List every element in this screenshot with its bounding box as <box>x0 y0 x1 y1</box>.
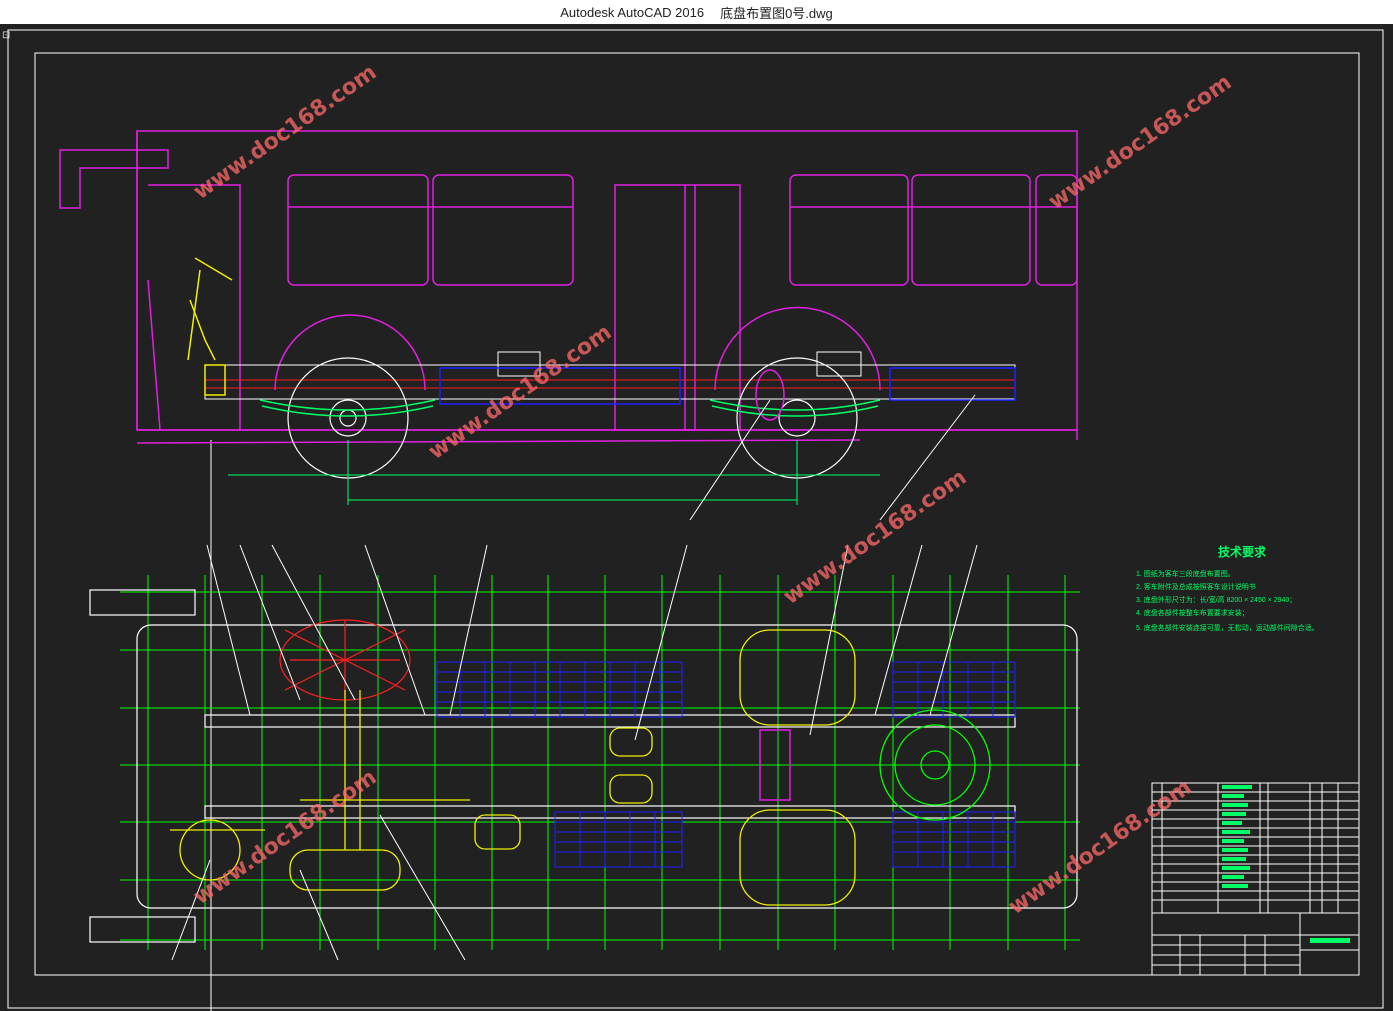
chassis-frame-side <box>204 351 1016 400</box>
air-tanks-plan <box>300 690 653 850</box>
watermark-1: www.doc168.com <box>189 60 381 205</box>
tech-line-3: 3. 底盘外形尺寸为：长/宽/高 8200 × 2450 × 2940； <box>1136 595 1296 604</box>
app-title: Autodesk AutoCAD 2016 <box>560 4 705 20</box>
plan-leader-lines <box>171 544 978 961</box>
watermark-2: www.doc168.com <box>1044 70 1236 215</box>
watermark-6: www.doc168.com <box>1004 775 1196 920</box>
tech-requirements-title: 技术要求 <box>1218 544 1267 559</box>
plan-outline <box>89 589 1078 943</box>
watermark-5: www.doc168.com <box>189 765 381 910</box>
tech-line-2: 2. 客车附件及总成按照客车设计说明书 <box>1136 582 1256 591</box>
file-title: 底盘布置图0号.dwg <box>720 5 833 21</box>
steering-column <box>187 257 233 396</box>
tech-line-4: 4. 底盘各部件按整车布置要求安装； <box>1136 608 1249 617</box>
title-bar: Autodesk AutoCAD 2016 底盘布置图0号.dwg <box>0 0 1393 24</box>
grid-lines <box>120 575 1080 950</box>
side-dimensions <box>228 440 880 505</box>
watermarks: www.doc168.com www.doc168.com www.doc168… <box>189 60 1236 920</box>
tech-requirements: 技术要求 1. 图纸为客车三段底盘布置图。 2. 客车附件及总成按照客车设计说明… <box>1136 544 1319 632</box>
watermark-4: www.doc168.com <box>779 465 971 610</box>
tech-line-1: 1. 图纸为客车三段底盘布置图。 <box>1136 569 1235 578</box>
autocad-window: Autodesk AutoCAD 2016 底盘布置图0号.dwg ⊡ 技术要求… <box>0 0 1393 1011</box>
tech-line-5: 5. 底盘各部件安装连接可靠，无松动，运动部件间隙合适。 <box>1136 623 1319 632</box>
radiator-fan <box>279 619 411 701</box>
title-block <box>1151 912 1360 976</box>
watermark-3: www.doc168.com <box>424 320 616 465</box>
rear-tires-plan <box>289 629 856 906</box>
differential-side <box>755 369 785 421</box>
drawing-canvas[interactable]: 技术要求 1. 图纸为客车三段底盘布置图。 2. 客车附件及总成按照客车设计说明… <box>0 24 1393 1011</box>
